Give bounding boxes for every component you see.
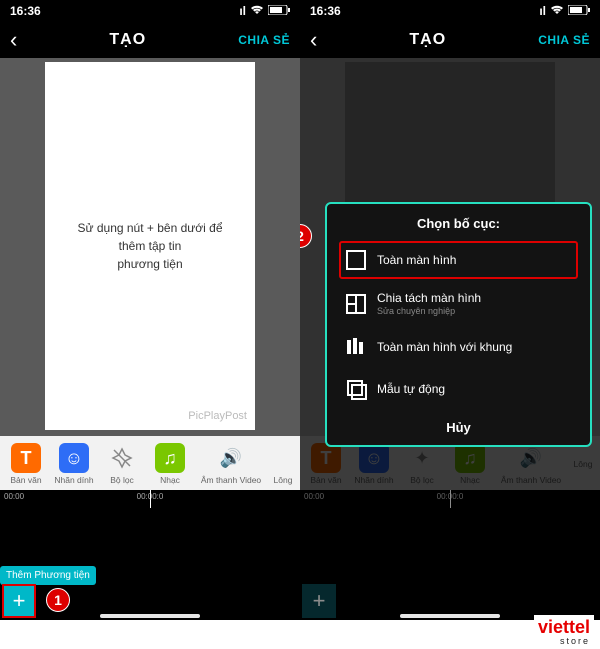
page-title: TẠO [409,31,446,49]
nav-bar: ‹ TẠO CHIA SẺ [300,22,600,58]
timeline-ruler[interactable]: 00:00 00:00:0 [0,490,300,508]
text-icon: T [11,443,41,473]
tool-sticker[interactable]: ☺ Nhãn dính [50,438,98,490]
toolbar: T Bản văn ☺ Nhãn dính Bộ lọc ♫ Nhạc 🔊 Âm… [0,436,300,490]
canvas-hint-1: Sử dụng nút + bên dưới để thêm tập tin [65,219,235,255]
timeline-track[interactable]: Thêm Phương tiện + 1 [0,508,300,620]
status-time: 16:36 [10,4,41,18]
tool-music-label: Nhạc [160,475,180,485]
audio-icon: 🔊 [216,443,246,473]
tool-audio-label: Âm thanh Video [201,475,261,485]
music-icon: ♫ [155,443,185,473]
option-fullscreen[interactable]: Toàn màn hình [339,241,578,279]
option-fullscreen-frame[interactable]: Toàn màn hình với khung [339,328,578,366]
tool-text-label: Bản văn [10,475,41,485]
dialog-title: Chọn bố cục: [339,216,578,231]
screen-2: 16:36 ıl ‹ TẠO CHIA SẺ T Bản văn [300,0,600,620]
template-icon [345,378,367,400]
tool-filter[interactable]: Bộ lọc [98,438,146,490]
back-icon[interactable]: ‹ [310,27,317,53]
home-indicator[interactable] [100,614,200,618]
loop-icon [268,443,298,473]
tool-text[interactable]: T Bản văn [2,438,50,490]
canvas[interactable]: Sử dụng nút + bên dưới để thêm tập tin p… [45,62,255,430]
option-label: Mẫu tự động [377,382,445,396]
nav-bar: ‹ TẠO CHIA SẺ [0,22,300,58]
signal-icon: ıl [539,4,546,18]
tool-sticker-label: Nhãn dính [54,475,93,485]
canvas-hint-2: phương tiện [117,255,182,273]
status-bar: 16:36 ıl [0,0,300,22]
fullscreen-icon [345,249,367,271]
brand-name: viettel [538,617,590,638]
cancel-button[interactable]: Hủy [339,412,578,437]
sticker-icon: ☺ [59,443,89,473]
step-badge-1: 1 [46,588,70,612]
share-button[interactable]: CHIA SẺ [538,33,590,47]
wifi-icon [550,4,564,18]
option-splitscreen[interactable]: Chia tách màn hình Sửa chuyên nghiệp [339,283,578,324]
option-label: Toàn màn hình với khung [377,340,512,354]
share-button[interactable]: CHIA SẺ [238,33,290,47]
option-auto-template[interactable]: Mẫu tự động [339,370,578,408]
time-start: 00:00 [4,492,24,501]
filter-icon [107,443,137,473]
page-title: TẠO [109,31,146,49]
viettel-store-logo: viettel store [534,615,594,647]
brand-sub: store [538,638,590,645]
battery-icon [568,4,590,18]
add-media-button[interactable]: + [2,584,36,618]
battery-icon [268,4,290,18]
status-right: ıl [239,4,290,18]
frame-bars-icon [345,336,367,358]
status-time: 16:36 [310,4,341,18]
tutorial-screens: 16:36 ıl ‹ TẠO CHIA SẺ Sử dụng nút + bên… [0,0,600,620]
option-label: Chia tách màn hình [377,291,481,305]
layout-dialog: Chọn bố cục: Toàn màn hình Chia tách màn… [325,202,592,447]
tool-music[interactable]: ♫ Nhạc [146,438,194,490]
wifi-icon [250,4,264,18]
watermark: PicPlayPost [188,408,247,425]
status-bar: 16:36 ıl [300,0,600,22]
add-media-tooltip: Thêm Phương tiện [0,566,96,585]
tool-loop[interactable]: Lông [268,438,298,490]
back-icon[interactable]: ‹ [10,27,17,53]
screen-1: 16:36 ıl ‹ TẠO CHIA SẺ Sử dụng nút + bên… [0,0,300,620]
split-icon [345,293,367,315]
signal-icon: ıl [239,4,246,18]
status-right: ıl [539,4,590,18]
canvas-area: Sử dụng nút + bên dưới để thêm tập tin p… [0,58,300,436]
option-label: Toàn màn hình [377,253,456,267]
home-indicator[interactable] [400,614,500,618]
tool-filter-label: Bộ lọc [110,475,134,485]
option-sublabel: Sửa chuyên nghiệp [377,306,481,316]
tool-audio[interactable]: 🔊 Âm thanh Video [194,438,268,490]
tool-loop-label: Lông [274,475,293,485]
